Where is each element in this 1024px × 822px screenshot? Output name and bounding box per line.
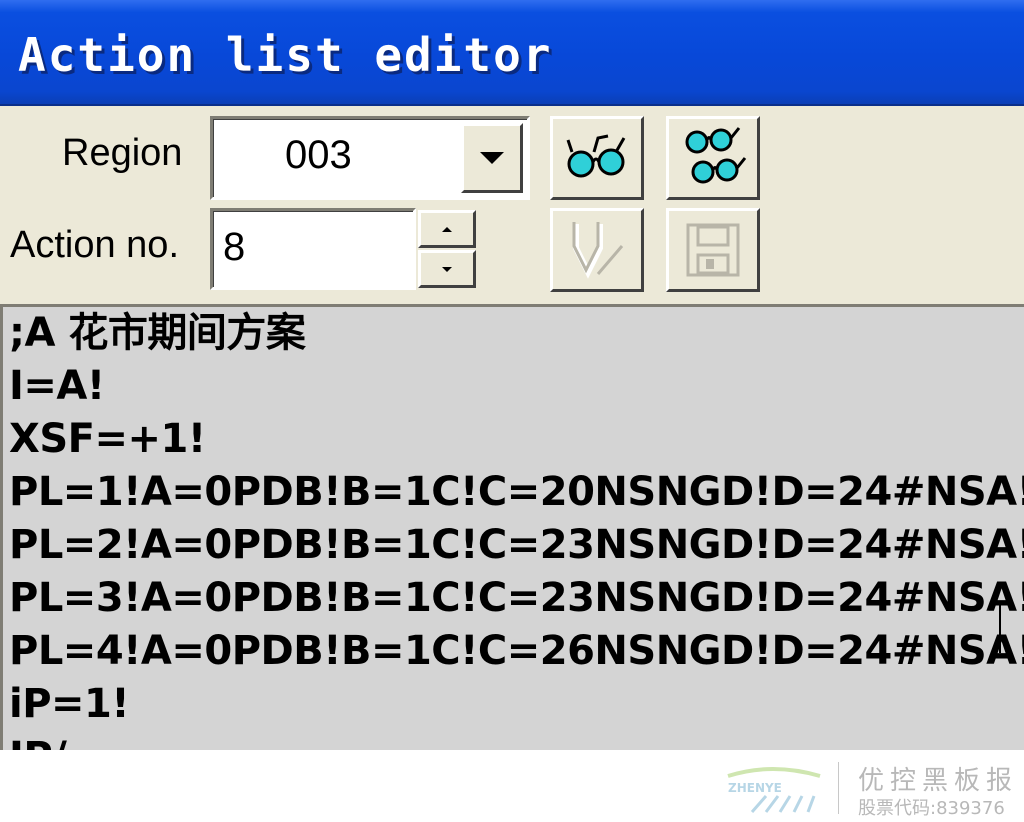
glasses-icon (566, 134, 626, 178)
code-line: PL=3!A=0PDB!B=1C!C=23NSNGD!D=24#NSA! (9, 575, 1024, 621)
save-button[interactable] (666, 208, 760, 292)
code-line: I=A! (9, 363, 105, 409)
watermark-code: 股票代码:839376 (858, 798, 1005, 819)
action-number-value: 8 (223, 225, 246, 269)
chevron-down-icon (480, 152, 504, 164)
action-number-decrement-button[interactable] (418, 250, 476, 288)
code-line: PL=1!A=0PDB!B=1C!C=20NSNGD!D=24#NSA! (9, 469, 1024, 515)
arrow-down-icon (442, 266, 452, 272)
watermark-brand: ZHENYE (728, 781, 782, 795)
action-number-label: Action no. (10, 224, 179, 266)
double-glasses-icon (685, 127, 747, 184)
action-number-increment-button[interactable] (418, 210, 476, 248)
code-line: XSF=+1! (9, 416, 206, 462)
check-icon (572, 222, 624, 279)
code-line: iP=1! (9, 681, 130, 727)
region-dropdown-button[interactable] (461, 123, 523, 193)
window-title: Action list editor (18, 28, 553, 82)
region-combobox[interactable]: 003 (210, 116, 530, 200)
floppy-disk-icon (686, 223, 740, 277)
text-caret (999, 605, 1001, 653)
action-text-editor[interactable]: ;A 花市期间方案 I=A! XSF=+1! PL=1!A=0PDB!B=1C!… (0, 304, 1024, 750)
watermark-name: 优控黑板报 (858, 766, 1019, 796)
region-value: 003 (285, 133, 352, 177)
check-button[interactable] (550, 208, 644, 292)
find-all-button[interactable] (666, 116, 760, 200)
region-label: Region (62, 132, 183, 174)
watermark-logo: ZHENYE (727, 767, 821, 813)
code-line: PL=2!A=0PDB!B=1C!C=23NSNGD!D=24#NSA! (9, 522, 1024, 568)
code-line: IP/ (3, 731, 1024, 750)
watermark-divider (838, 762, 839, 814)
code-line: ;A 花市期间方案 (9, 310, 306, 356)
arrow-up-icon (442, 226, 452, 232)
code-line: PL=4!A=0PDB!B=1C!C=26NSNGD!D=24#NSA! (9, 628, 1024, 674)
find-button[interactable] (550, 116, 644, 200)
action-number-input[interactable]: 8 (210, 208, 416, 290)
title-bar[interactable]: Action list editor (0, 0, 1024, 106)
toolbar: Region 003 Action no. 8 (0, 106, 1024, 304)
